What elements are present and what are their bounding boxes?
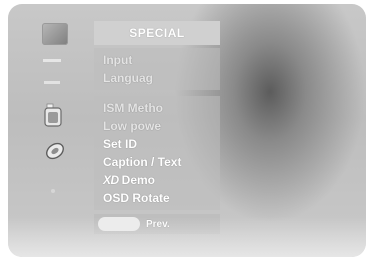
dot-icon <box>51 189 55 193</box>
menu-item-set-id[interactable]: Set ID <box>94 135 220 153</box>
menu-item-osd-rotate[interactable]: OSD Rotate <box>94 189 220 207</box>
menu-item-low-power[interactable]: Low powe <box>94 117 220 135</box>
xd-logo: XD <box>103 173 119 187</box>
menu-item-label: Demo <box>121 173 156 187</box>
tv-screen: SPECIAL Input Languag ISM Metho Low powe… <box>8 4 366 257</box>
special-menu: SPECIAL Input Languag ISM Metho Low powe… <box>94 21 220 234</box>
menu-item-ism-method[interactable]: ISM Metho <box>94 99 220 117</box>
pen-menu-icon[interactable] <box>44 141 66 161</box>
menu-icon-placeholder[interactable] <box>43 59 61 62</box>
menu-footer: Prev. <box>94 214 220 234</box>
prev-label: Prev. <box>146 218 170 230</box>
menu-group-bottom: ISM Metho Low powe Set ID Caption / Text… <box>94 96 220 210</box>
menu-item-caption-text[interactable]: Caption / Text <box>94 153 220 171</box>
menu-icon-placeholder[interactable] <box>44 81 60 84</box>
bottle-menu-icon[interactable] <box>44 103 62 127</box>
picture-menu-icon[interactable] <box>42 23 68 45</box>
menu-item-xd-demo[interactable]: XD Demo <box>94 171 220 189</box>
menu-icon-strip <box>28 21 86 241</box>
prev-button[interactable] <box>98 217 140 231</box>
menu-item-input[interactable]: Input <box>94 51 220 69</box>
menu-title: SPECIAL <box>94 21 220 45</box>
menu-item-language[interactable]: Languag <box>94 69 220 87</box>
menu-group-top: Input Languag <box>94 48 220 90</box>
